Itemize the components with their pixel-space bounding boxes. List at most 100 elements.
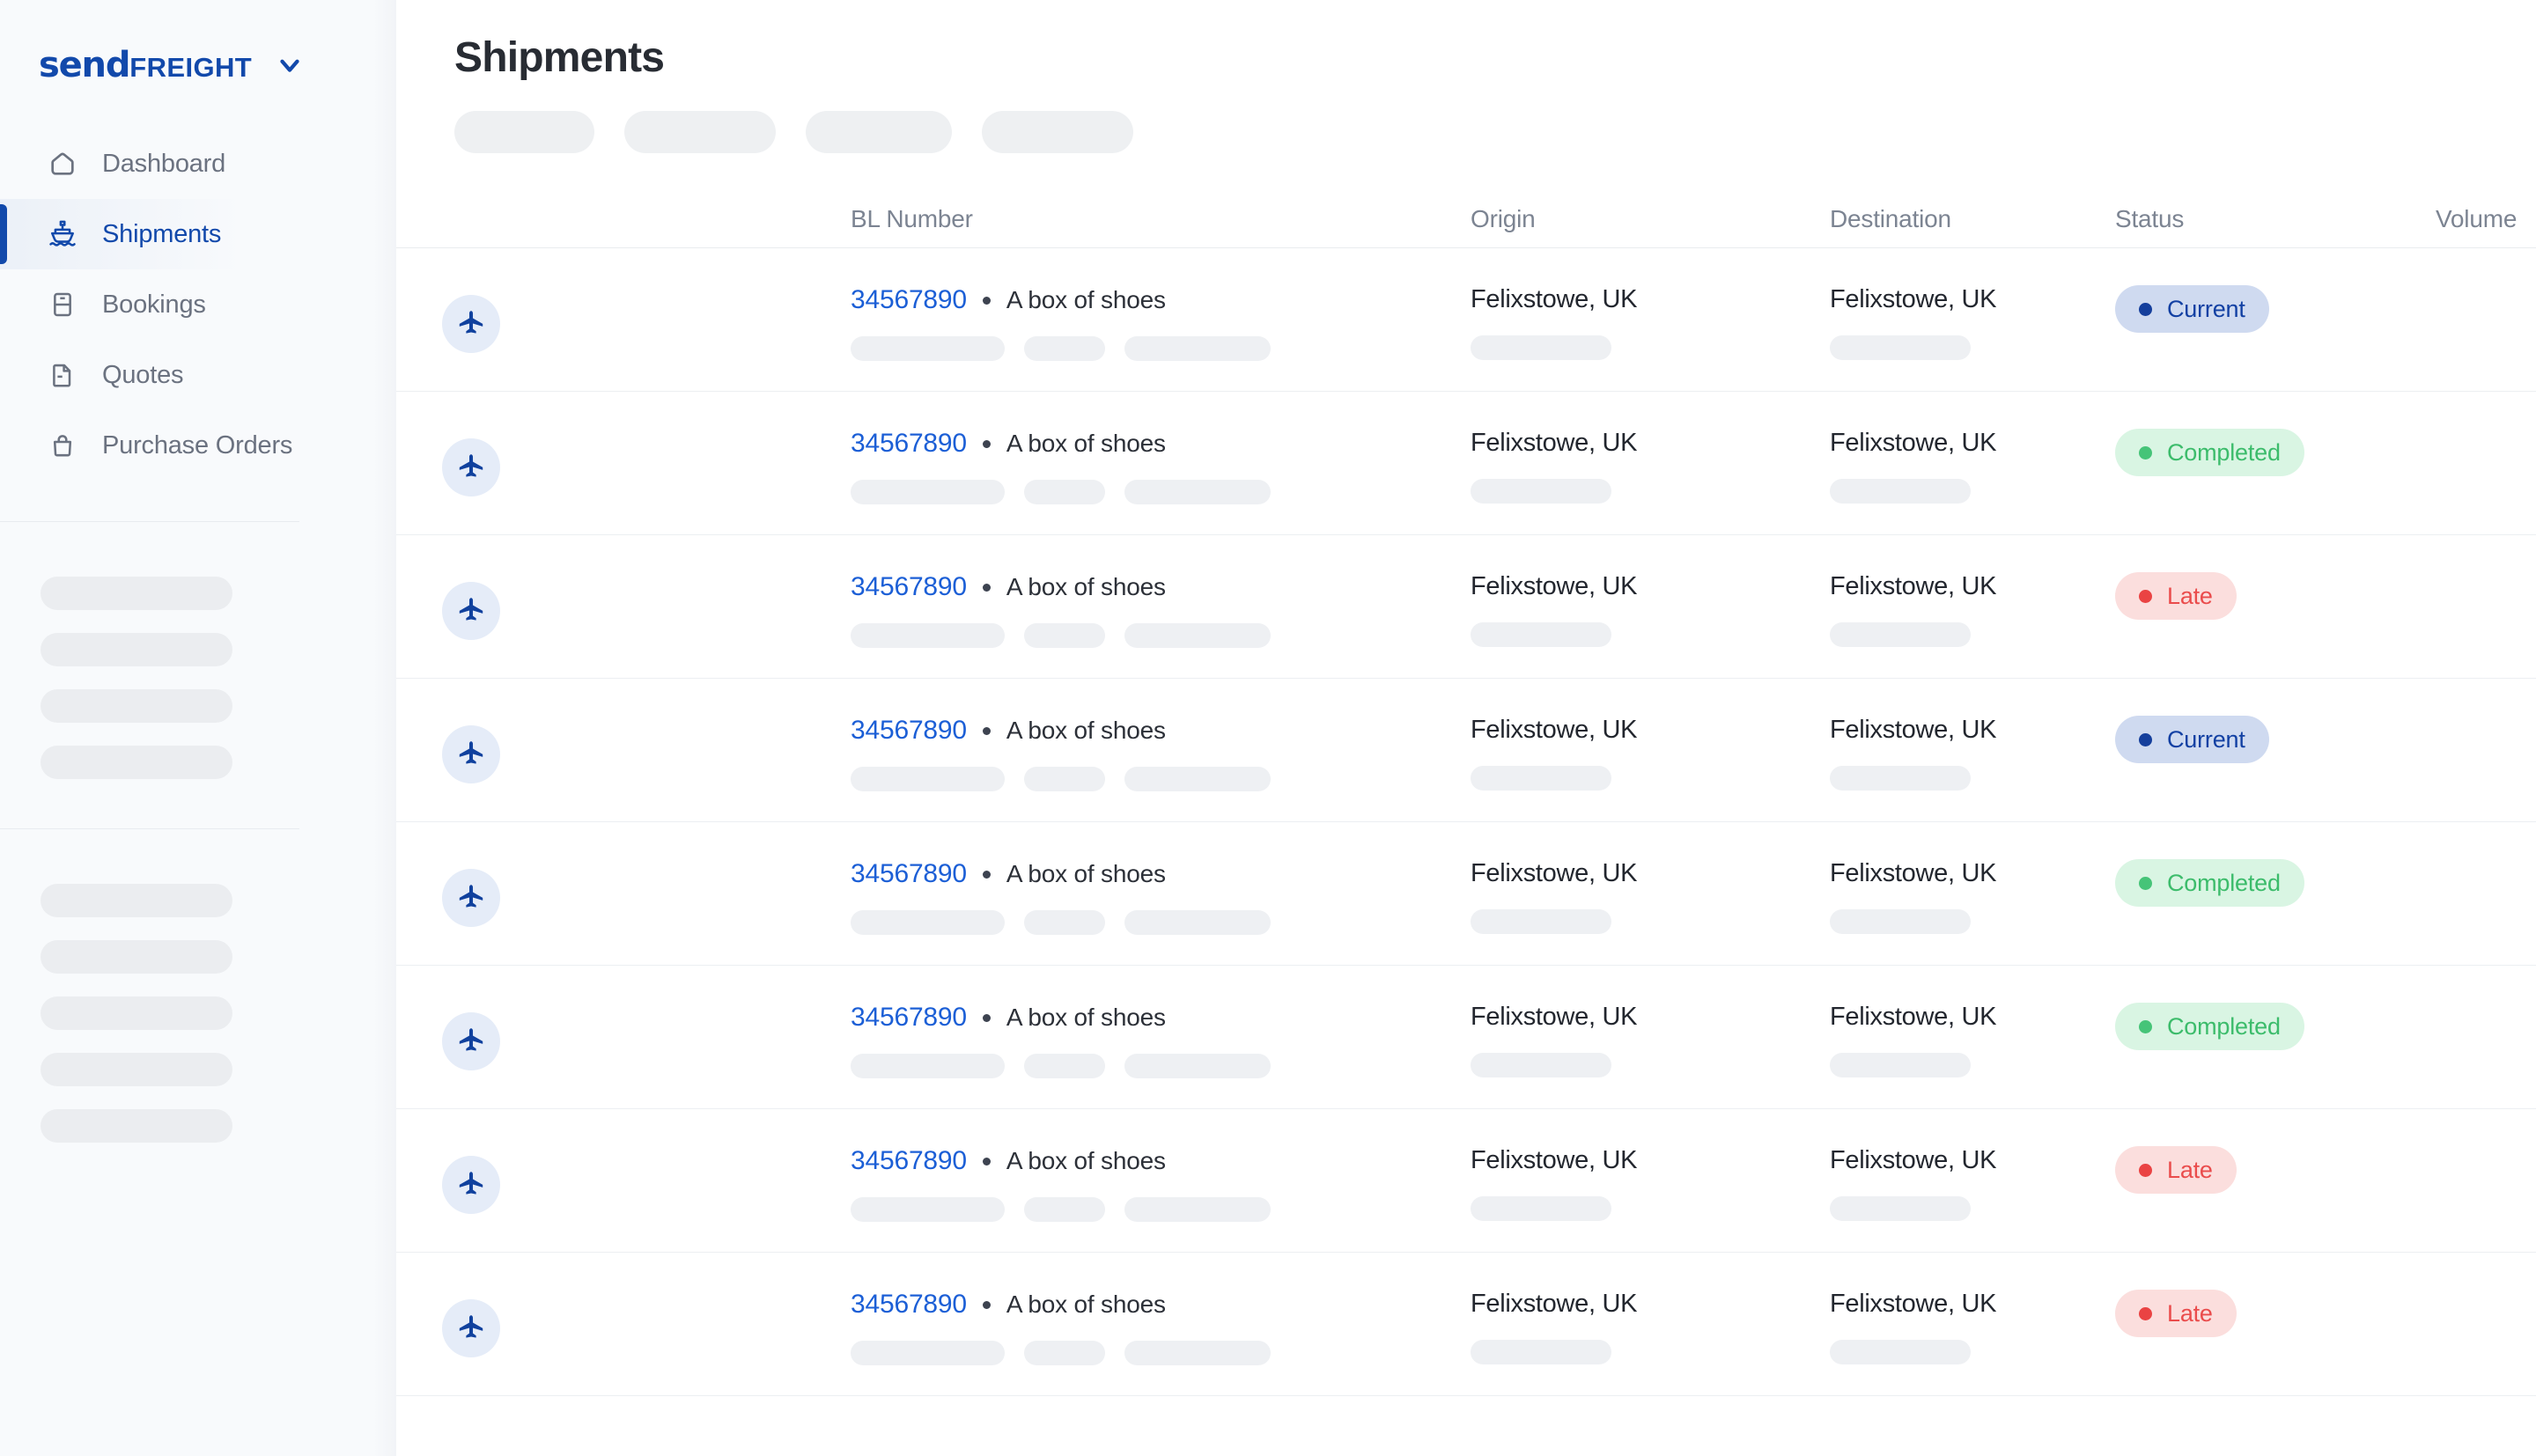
cell-bl-number: 34567890 A box of shoes [851,822,1471,935]
skeleton-bar [1124,767,1271,791]
bl-number-link[interactable]: 34567890 [851,285,967,315]
bl-number-line: 34567890 A box of shoes [851,572,1471,602]
bl-number-link[interactable]: 34567890 [851,716,967,746]
table-row[interactable]: 34567890 A box of shoes Felixstowe, UK F… [396,966,2536,1109]
bl-number-link[interactable]: 34567890 [851,1003,967,1033]
skeleton-bar [1830,1053,1971,1077]
book-icon [46,288,79,321]
bl-number-link[interactable]: 34567890 [851,1290,967,1320]
shipments-table: BL Number Origin Destination Status Volu… [396,190,2536,1396]
column-header-destination[interactable]: Destination [1830,205,2115,233]
filter-chip-placeholder[interactable] [624,111,776,153]
skeleton-bar [851,767,1005,791]
table-row[interactable]: 34567890 A box of shoes Felixstowe, UK F… [396,1253,2536,1396]
destination-skeleton-row [1830,766,2115,791]
page-header-left: Shipments [454,33,1133,153]
skeleton-bar [1830,766,1971,791]
origin-text: Felixstowe, UK [1471,1146,1638,1174]
bl-number-line: 34567890 A box of shoes [851,859,1471,889]
cell-destination: Felixstowe, UK [1830,822,2115,934]
skeleton-bar [1124,1054,1271,1078]
skeleton-bar [41,1109,232,1143]
bl-number-link[interactable]: 34567890 [851,1146,967,1176]
bl-number-link[interactable]: 34567890 [851,859,967,889]
column-header-bl-number[interactable]: BL Number [851,205,1471,233]
sidebar-item-dashboard[interactable]: Dashboard [0,129,396,199]
skeleton-bar [41,689,232,723]
table-row[interactable]: 34567890 A box of shoes Felixstowe, UK F… [396,822,2536,966]
origin-text: Felixstowe, UK [1471,859,1638,887]
sidebar-item-label: Quotes [102,360,184,389]
sidebar-item-shipments[interactable]: Shipments [0,199,396,269]
chevron-down-icon[interactable] [275,50,305,80]
bl-skeleton-row [851,336,1471,361]
column-header-origin[interactable]: Origin [1471,205,1830,233]
sidebar-item-quotes[interactable]: Quotes [0,340,396,410]
skeleton-bar [1124,910,1271,935]
skeleton-bar [1471,766,1611,791]
skeleton-bar [1830,1340,1971,1364]
cell-origin: Felixstowe, UK [1471,248,1830,360]
skeleton-bar [1471,909,1611,934]
document-icon [46,358,79,392]
table-row[interactable]: 34567890 A box of shoes Felixstowe, UK F… [396,1109,2536,1253]
cell-origin: Felixstowe, UK [1471,966,1830,1077]
sidebar-item-label: Purchase Orders [102,430,293,460]
column-header-status[interactable]: Status [2115,205,2436,233]
cell-volume [2436,679,2536,724]
destination-skeleton-row [1830,1340,2115,1364]
skeleton-bar [1830,335,1971,360]
cell-bl-number: 34567890 A box of shoes [851,1109,1471,1222]
page-header: Shipments Create New [396,0,2536,153]
table-row[interactable]: 34567890 A box of shoes Felixstowe, UK F… [396,535,2536,679]
main-content: Shipments Create New BL Number Origin [396,0,2536,1456]
skeleton-bar [1024,336,1105,361]
separator-dot-icon [982,1013,991,1022]
sidebar-item-label: Bookings [102,290,206,319]
cell-bl-number: 34567890 A box of shoes [851,966,1471,1078]
filter-chip-placeholder[interactable] [806,111,952,153]
destination-text: Felixstowe, UK [1830,859,1997,887]
cell-origin: Felixstowe, UK [1471,1109,1830,1221]
column-header-volume[interactable]: Volume [2436,205,2536,233]
filter-chip-placeholder[interactable] [454,111,594,153]
skeleton-bar [41,633,232,666]
origin-text: Felixstowe, UK [1471,429,1638,457]
skeleton-bar [1471,335,1611,360]
shipment-description: A box of shoes [1006,573,1166,600]
cell-volume [2436,966,2536,1011]
cell-destination: Felixstowe, UK [1830,966,2115,1077]
bl-number-link[interactable]: 34567890 [851,572,967,602]
bl-skeleton-row [851,1197,1471,1222]
separator-dot-icon [982,1157,991,1166]
filter-chip-placeholder[interactable] [982,111,1133,153]
table-row[interactable]: 34567890 A box of shoes Felixstowe, UK F… [396,248,2536,392]
origin-skeleton-row [1471,766,1830,791]
sidebar-item-bookings[interactable]: Bookings [0,269,396,340]
separator-dot-icon [982,439,991,448]
status-dot-icon [2139,445,2152,460]
bl-skeleton-row [851,1054,1471,1078]
skeleton-bar [1024,767,1105,791]
skeleton-bar [1471,1053,1611,1077]
skeleton-bar [851,1054,1005,1078]
brand-logo[interactable]: send FREIGHT [0,0,396,88]
origin-skeleton-row [1471,1053,1830,1077]
status-badge: Late [2115,1290,2237,1337]
sidebar-item-label: Shipments [102,219,222,248]
table-row[interactable]: 34567890 A box of shoes Felixstowe, UK F… [396,679,2536,822]
skeleton-bar [1024,910,1105,935]
sidebar-item-purchase-orders[interactable]: Purchase Orders [0,410,396,481]
status-label: Current [2167,295,2245,322]
table-row[interactable]: 34567890 A box of shoes Felixstowe, UK F… [396,392,2536,535]
destination-skeleton-row [1830,479,2115,504]
airplane-icon [442,1299,500,1357]
shipment-description: A box of shoes [1006,1147,1166,1174]
airplane-icon [442,869,500,927]
destination-skeleton-row [1830,335,2115,360]
shipment-description: A box of shoes [1006,717,1166,744]
bl-number-link[interactable]: 34567890 [851,429,967,459]
cell-volume [2436,535,2536,581]
status-dot-icon [2139,1306,2152,1320]
cell-bl-number: 34567890 A box of shoes [851,392,1471,504]
